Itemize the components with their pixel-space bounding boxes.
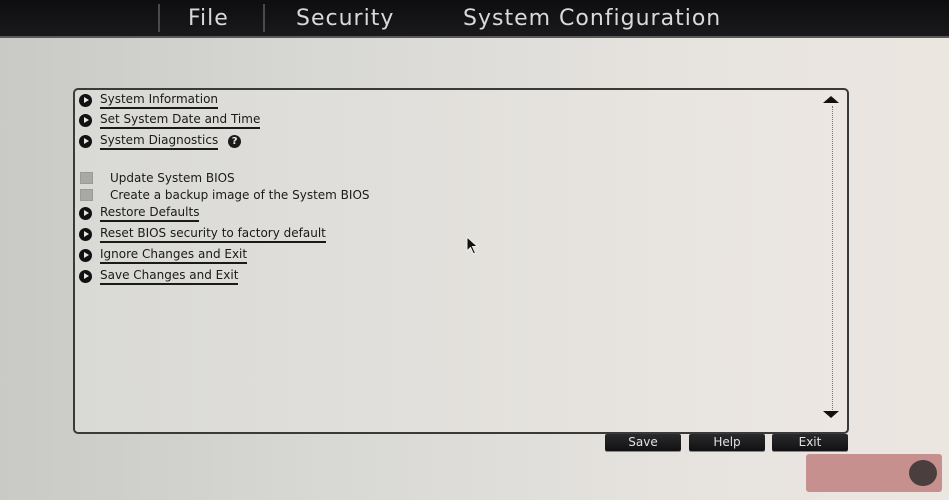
item-label: Create a backup image of the System BIOS (110, 188, 370, 202)
menu-item-system-information[interactable]: System Information (79, 90, 219, 110)
item-label: System Information (100, 92, 219, 109)
exit-button[interactable]: Exit (772, 434, 848, 451)
menu-item-system-diagnostics[interactable]: System Diagnostics ? (79, 131, 242, 151)
item-label: Ignore Changes and Exit (100, 247, 248, 264)
triangle-down-icon[interactable] (823, 411, 839, 418)
main-options-panel: System Information Set System Date and T… (73, 88, 849, 434)
item-label: Set System Date and Time (100, 112, 261, 129)
tab-file[interactable]: File (188, 5, 229, 33)
play-circle-icon (79, 134, 92, 148)
tab-security[interactable]: Security (296, 5, 394, 33)
top-menu-bar: File Security System Configuration (0, 0, 949, 38)
tab-system-configuration[interactable]: System Configuration (463, 5, 721, 33)
question-circle-icon[interactable]: ? (228, 134, 242, 148)
item-label: Update System BIOS (110, 171, 235, 185)
item-label: Restore Defaults (100, 205, 200, 222)
item-label: System Diagnostics (100, 133, 219, 150)
play-circle-icon (79, 227, 92, 241)
item-label: Reset BIOS security to factory default (100, 226, 326, 243)
menu-divider (263, 4, 265, 32)
play-circle-icon (79, 248, 92, 262)
menu-item-ignore-changes-exit[interactable]: Ignore Changes and Exit (79, 245, 248, 265)
play-circle-icon (79, 206, 92, 220)
menu-item-restore-defaults[interactable]: Restore Defaults (79, 203, 200, 223)
menu-item-reset-bios-security[interactable]: Reset BIOS security to factory default (79, 224, 326, 244)
play-circle-icon (79, 269, 92, 283)
checkbox[interactable] (80, 172, 93, 184)
logo-icon (909, 460, 937, 486)
scrollbar-track[interactable] (832, 106, 833, 416)
help-button[interactable]: Help (689, 434, 765, 451)
menu-item-save-changes-exit[interactable]: Save Changes and Exit (79, 266, 239, 286)
menu-divider (158, 4, 160, 32)
play-circle-icon (79, 113, 92, 127)
mouse-pointer-icon (466, 236, 479, 255)
checkbox[interactable] (80, 189, 93, 201)
play-circle-icon (79, 93, 92, 107)
item-label: Save Changes and Exit (100, 268, 239, 285)
menu-item-set-system-date-time[interactable]: Set System Date and Time (79, 110, 261, 130)
menu-item-backup-bios-image[interactable]: Create a backup image of the System BIOS (79, 185, 370, 205)
save-button[interactable]: Save (605, 434, 681, 451)
triangle-up-icon[interactable] (823, 96, 839, 103)
